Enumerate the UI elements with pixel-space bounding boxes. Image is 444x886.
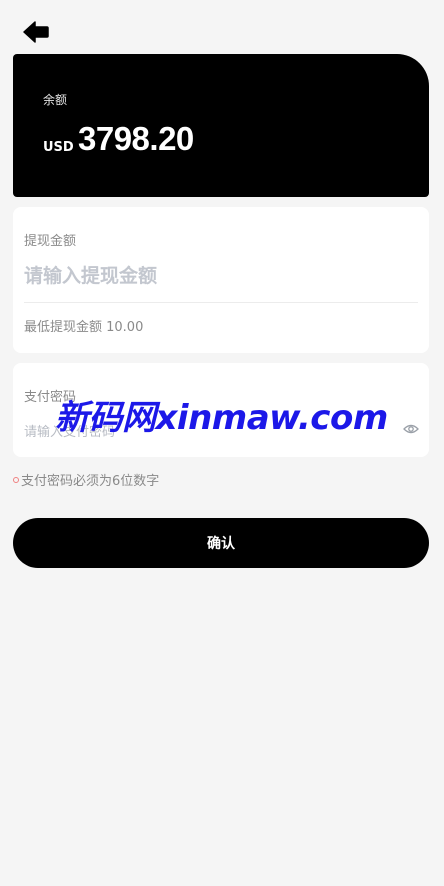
eye-icon[interactable]: [403, 423, 419, 435]
warning-dot-icon: [13, 476, 19, 483]
payment-password-input[interactable]: [24, 420, 394, 444]
arrow-left-icon: [23, 21, 49, 43]
min-withdraw-text: 最低提现金额 10.00: [24, 320, 144, 335]
balance-label: 余额: [43, 93, 68, 107]
balance-currency: USD: [43, 140, 74, 155]
divider: [24, 302, 418, 303]
balance-card: 余额 USD 3798.20: [13, 54, 429, 197]
payment-password-label: 支付密码: [24, 390, 77, 405]
balance-amount: 3798.20: [78, 120, 194, 157]
password-hint-text: 支付密码必须为6位数字: [21, 474, 160, 489]
withdraw-amount-input[interactable]: [24, 259, 418, 293]
withdraw-amount-card: 提现金额 最低提现金额 10.00: [13, 207, 429, 353]
withdraw-amount-label: 提现金额: [24, 234, 77, 249]
password-hint: 支付密码必须为6位数字: [13, 470, 159, 489]
confirm-button[interactable]: 确认: [13, 518, 429, 568]
back-button[interactable]: [22, 18, 50, 46]
payment-password-card: 支付密码: [13, 363, 429, 457]
